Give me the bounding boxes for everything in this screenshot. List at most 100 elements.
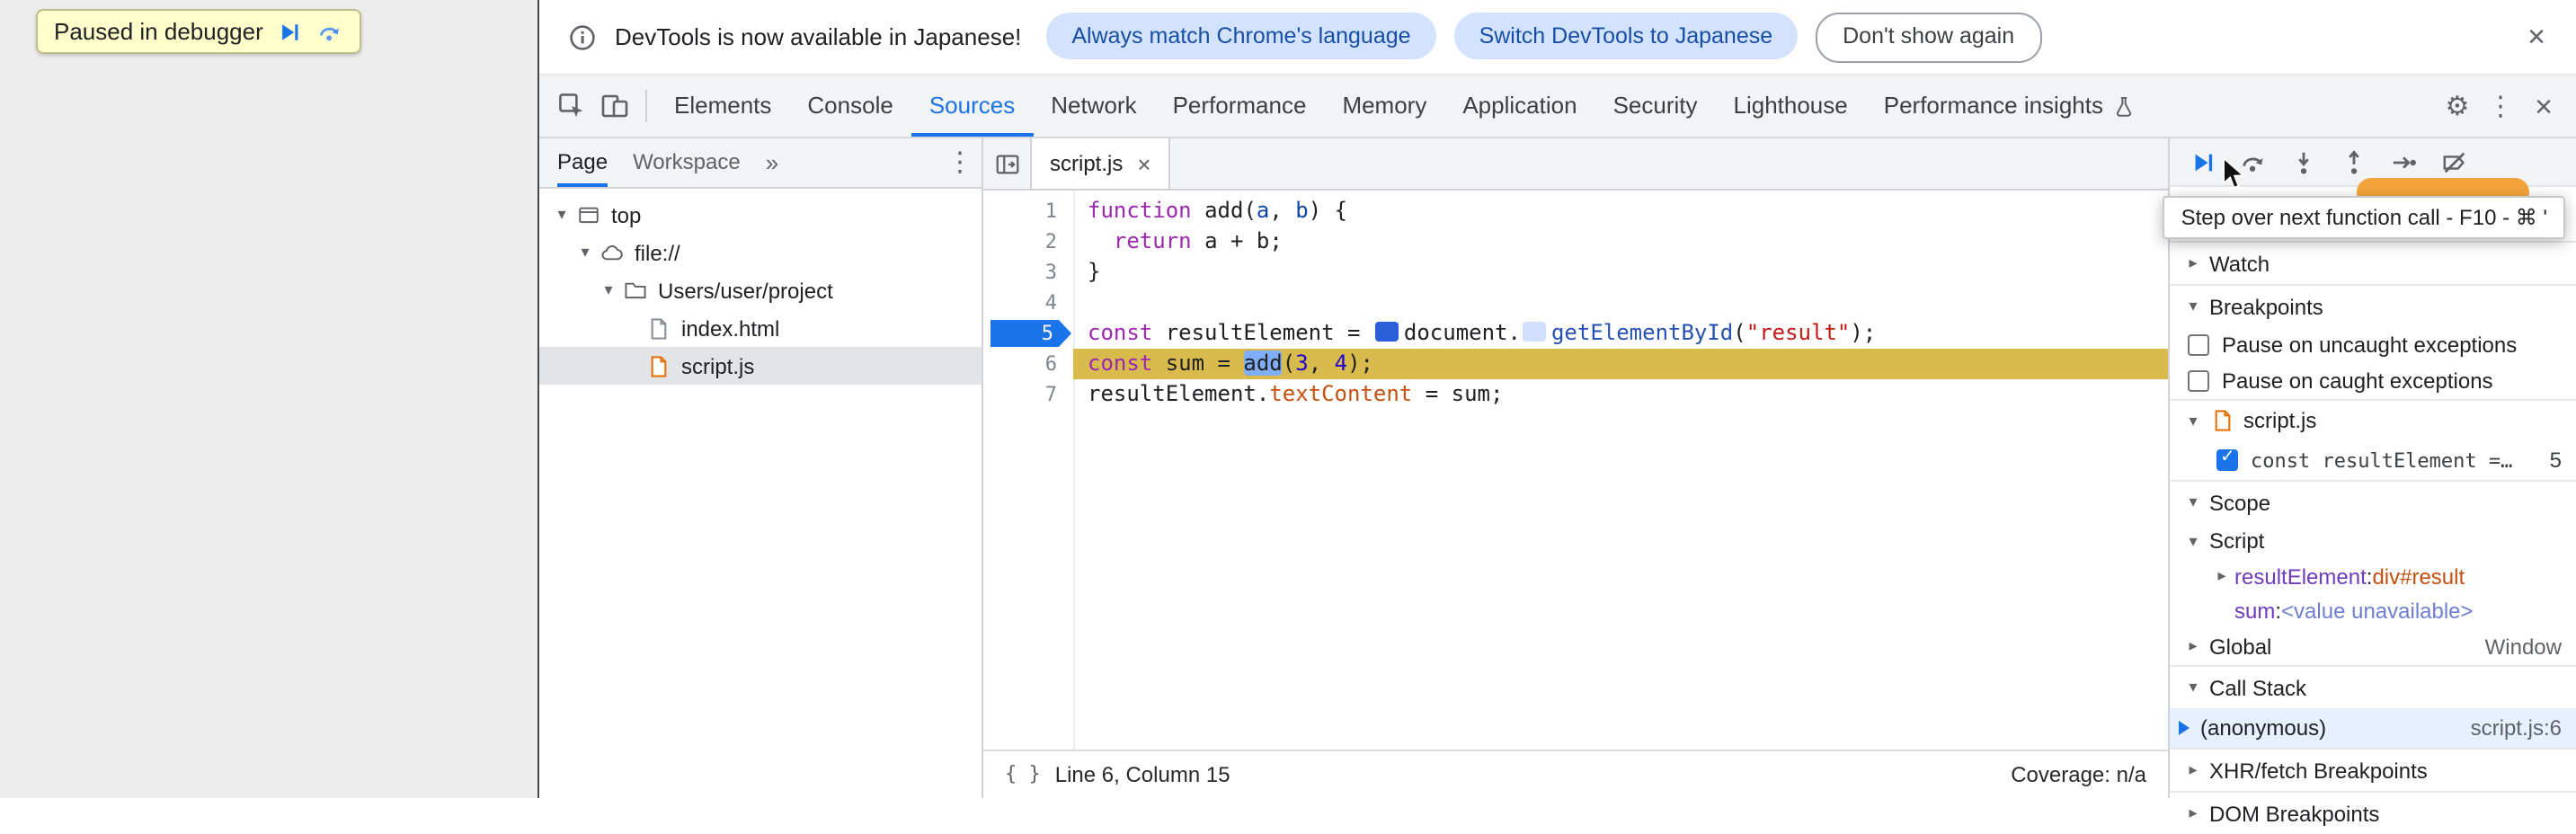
devtools-window: DevTools is now available in Japanese! A…: [539, 0, 2576, 826]
disclosure-icon[interactable]: ▾: [2181, 531, 2206, 551]
scope-global-row[interactable]: ▸ Global Window: [2170, 627, 2576, 665]
device-toolbar-icon[interactable]: [593, 92, 636, 120]
disclosure-icon[interactable]: ▸: [2181, 253, 2206, 273]
disclosure-icon[interactable]: ▸: [2181, 760, 2206, 780]
code-line-3[interactable]: 3}: [983, 257, 2168, 288]
inline-breakpoint-marker[interactable]: [1522, 322, 1546, 342]
disclosure-icon[interactable]: ▸: [2209, 566, 2234, 586]
more-options-icon[interactable]: ⋮: [2479, 93, 2522, 120]
disclosure-icon[interactable]: ▸: [2181, 803, 2206, 823]
line-number[interactable]: 3: [983, 257, 1073, 288]
step-button[interactable]: [2385, 144, 2421, 180]
disclosure-icon[interactable]: ▾: [2181, 411, 2206, 430]
disclosure-icon[interactable]: ▾: [573, 243, 597, 262]
section-call-stack[interactable]: ▾ Call Stack: [2170, 665, 2576, 708]
scope-script-category[interactable]: ▾ Script: [2170, 523, 2576, 559]
tab-performance[interactable]: Performance: [1155, 75, 1325, 137]
step-into-button[interactable]: [2285, 144, 2321, 180]
line-number[interactable]: 6: [983, 349, 1073, 379]
inline-breakpoint-marker[interactable]: [1374, 322, 1399, 342]
step-out-button[interactable]: [2335, 144, 2371, 180]
more-tabs-icon[interactable]: »: [766, 149, 778, 176]
line-number[interactable]: 7: [983, 379, 1073, 410]
tab-network[interactable]: Network: [1033, 75, 1154, 137]
tab-elements[interactable]: Elements: [656, 75, 789, 137]
scope-label: Scope: [2209, 490, 2271, 515]
line-number[interactable]: 4: [983, 288, 1073, 318]
disclosure-icon[interactable]: ▾: [550, 205, 573, 225]
close-tab-icon[interactable]: ×: [1137, 150, 1150, 177]
code-line-1[interactable]: 1 function add(a, b) {: [983, 196, 2168, 226]
code-editor[interactable]: 1 function add(a, b) {2 return a + b; 3} 4 5…: [983, 191, 2168, 749]
tab-label: Application: [1462, 92, 1577, 119]
breakpoint-entry[interactable]: const resultElement = doc⋯ 5: [2170, 440, 2576, 480]
tab-performance-insights[interactable]: Performance insights: [1866, 75, 2154, 137]
disclosure-icon[interactable]: ▾: [597, 280, 620, 300]
tree-item-label: script.js: [681, 353, 755, 378]
tab-label: Console: [807, 92, 893, 119]
tab-application[interactable]: Application: [1444, 75, 1594, 137]
tab-workspace[interactable]: Workspace: [633, 138, 741, 187]
tab-security[interactable]: Security: [1595, 75, 1716, 137]
tab-sources[interactable]: Sources: [911, 75, 1033, 137]
disclosure-icon[interactable]: ▸: [2181, 636, 2206, 656]
tab-page[interactable]: Page: [557, 138, 608, 187]
disclosure-icon[interactable]: ▾: [2181, 297, 2206, 316]
tree-item-index-html[interactable]: index.html: [539, 309, 982, 347]
tab-lighthouse[interactable]: Lighthouse: [1716, 75, 1866, 137]
breakpoint-checkbox[interactable]: [2216, 448, 2238, 471]
section-watch[interactable]: ▸ Watch: [2170, 241, 2576, 284]
pretty-print-icon[interactable]: { }: [1005, 762, 1041, 785]
line-number[interactable]: 5: [983, 318, 1073, 349]
variable-value: div#result: [2372, 563, 2465, 589]
infobar-button-always-match-chrome-s-language[interactable]: Always match Chrome's language: [1046, 12, 1436, 58]
pause-uncaught-row[interactable]: Pause on uncaught exceptions: [2170, 327, 2576, 363]
call-stack-frame[interactable]: (anonymous) script.js:6: [2170, 708, 2576, 748]
tree-item-top[interactable]: ▾ top: [539, 196, 982, 234]
line-number[interactable]: 2: [983, 226, 1073, 257]
pause-uncaught-checkbox[interactable]: [2188, 334, 2209, 356]
code-line-4[interactable]: 4: [983, 288, 2168, 318]
toggle-navigator-icon[interactable]: [983, 138, 1030, 189]
scope-variable-sum[interactable]: sum: <value unavailable>: [2170, 593, 2576, 627]
pause-caught-checkbox[interactable]: [2188, 370, 2209, 392]
infobar-dismiss-icon[interactable]: ×: [2515, 22, 2558, 52]
tree-item-users-user-project[interactable]: ▾ Users/user/project: [539, 271, 982, 309]
tab-label: Memory: [1342, 92, 1427, 119]
disclosure-icon[interactable]: ▾: [2181, 678, 2206, 697]
pause-caught-row[interactable]: Pause on caught exceptions: [2170, 363, 2576, 399]
tab-label: Sources: [928, 92, 1016, 119]
section-breakpoints[interactable]: ▾ Breakpoints: [2170, 284, 2576, 327]
inspect-icon[interactable]: [550, 92, 593, 120]
breakpoint-marker[interactable]: 5: [990, 320, 1071, 347]
navigator-more-icon[interactable]: ⋮: [938, 149, 982, 176]
editor-tab-scriptjs[interactable]: script.js ×: [1030, 138, 1171, 189]
breakpoint-file-group[interactable]: ▾ script.js: [2170, 399, 2576, 440]
disclosure-icon[interactable]: ▾: [2181, 492, 2206, 512]
infobar-button-switch-devtools-to-japanese[interactable]: Switch DevTools to Japanese: [1453, 12, 1799, 58]
resume-script-icon[interactable]: [278, 19, 303, 44]
close-devtools-icon[interactable]: ×: [2522, 91, 2565, 121]
resume-script-button[interactable]: [2184, 144, 2220, 180]
cursor-position: Line 6, Column 15: [1054, 761, 1230, 786]
tree-item-script-js[interactable]: script.js: [539, 347, 982, 385]
line-number[interactable]: 1: [983, 196, 1073, 226]
infobar-button-don-t-show-again[interactable]: Don't show again: [1816, 12, 2042, 62]
settings-gear-icon[interactable]: ⚙: [2436, 93, 2479, 120]
scope-variable-resultelement[interactable]: ▸ resultElement: div#result: [2170, 559, 2576, 593]
tree-item-file[interactable]: ▾ file://: [539, 234, 982, 271]
variable-value: <value unavailable>: [2281, 598, 2474, 623]
tab-console[interactable]: Console: [789, 75, 910, 137]
section-xhr-breakpoints[interactable]: ▸ XHR/fetch Breakpoints: [2170, 748, 2576, 791]
deactivate-breakpoints-button[interactable]: [2436, 144, 2472, 180]
section-scope[interactable]: ▾ Scope: [2170, 480, 2576, 523]
tab-memory[interactable]: Memory: [1324, 75, 1444, 137]
section-dom-breakpoints[interactable]: ▸ DOM Breakpoints: [2170, 791, 2576, 834]
code-line-5[interactable]: 5 const resultElement = document. getEleme…: [983, 318, 2168, 349]
code-line-6[interactable]: 6 const sum = add(3, 4);: [983, 349, 2168, 379]
step-over-icon[interactable]: [317, 19, 344, 44]
code-line-2[interactable]: 2 return a + b;: [983, 226, 2168, 257]
code-line-7[interactable]: 7 resultElement.textContent = sum;: [983, 379, 2168, 410]
infobar-message: DevTools is now available in Japanese!: [615, 23, 1022, 50]
code-text: }: [1088, 259, 1101, 284]
